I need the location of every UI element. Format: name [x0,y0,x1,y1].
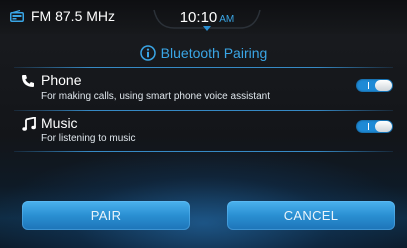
toggle-knob [375,121,392,132]
clock-time: 10:10 [179,9,218,26]
cancel-button[interactable]: CANCEL [227,201,395,230]
chevron-down-icon [203,26,211,31]
clock: 10:10 AM [152,9,262,26]
option-music-name: Music [41,115,78,131]
status-bar: FM 87.5 MHz 10:10 AM [0,0,407,34]
toggle-on-mark [368,82,369,89]
dialog-title: Bluetooth Pairing [0,42,407,64]
divider [14,67,393,68]
option-phone-name: Phone [41,72,82,88]
option-music-description: For listening to music [41,133,136,144]
music-toggle[interactable] [356,120,393,133]
pair-button[interactable]: PAIR [22,201,190,230]
divider [14,151,393,152]
dialog-title-text: Bluetooth Pairing [160,45,268,61]
toggle-knob [375,80,392,91]
phone-toggle[interactable] [356,79,393,92]
phone-icon [22,75,34,87]
divider [14,110,393,111]
bluetooth-pairing-screen: FM 87.5 MHz 10:10 AM Bluetooth Pairing Ph… [0,0,407,248]
clock-ampm: AM [219,14,235,25]
background-glow [0,150,407,248]
toggle-on-mark [368,123,369,130]
option-phone-description: For making calls, using smart phone voic… [41,91,270,102]
info-icon [139,45,156,61]
clock-panel: 10:10 AM [152,4,262,34]
radio-frequency[interactable]: FM 87.5 MHz [31,8,115,24]
music-note-icon [22,117,36,131]
radio-icon [10,10,24,22]
